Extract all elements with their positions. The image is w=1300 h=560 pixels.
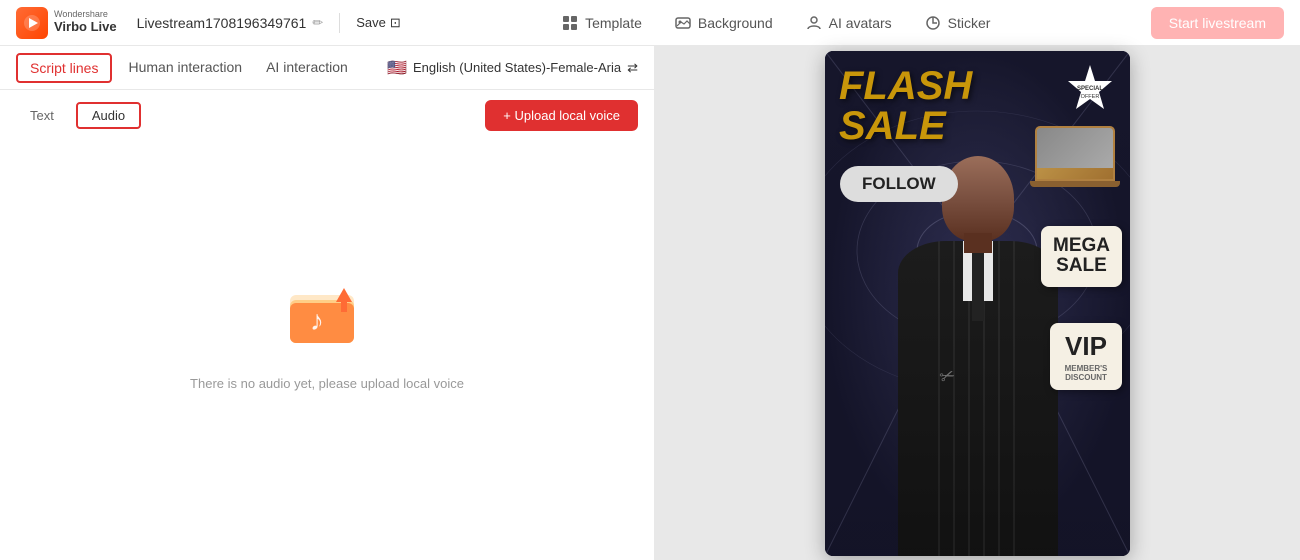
edit-icon[interactable]: ✏ bbox=[312, 15, 323, 31]
person-body bbox=[898, 241, 1058, 556]
flash-text: FLASH bbox=[839, 66, 972, 106]
mega-text: MEGA bbox=[1053, 236, 1110, 257]
sub-tab-text[interactable]: Text bbox=[16, 104, 68, 127]
logo-icon bbox=[16, 7, 48, 39]
vip-text: VIP bbox=[1062, 331, 1110, 362]
preview-background: ✂ FLASH SALE FOLLOW SPECIAL OFFER bbox=[825, 51, 1130, 556]
preview-card: ✂ FLASH SALE FOLLOW SPECIAL OFFER bbox=[825, 51, 1130, 556]
nav-sticker[interactable]: Sticker bbox=[924, 14, 991, 32]
sale-text-2: SALE bbox=[1053, 256, 1110, 277]
svg-text:♪: ♪ bbox=[310, 305, 324, 336]
main-layout: Script lines Human interaction AI intera… bbox=[0, 46, 1300, 560]
svg-text:OFFER: OFFER bbox=[1081, 94, 1100, 100]
divider bbox=[339, 13, 340, 33]
flash-sale-label: FLASH SALE bbox=[839, 66, 972, 146]
topbar: Wondershare Virbo Live Livestream1708196… bbox=[0, 0, 1300, 46]
language-label: English (United States)-Female-Aria bbox=[413, 60, 621, 75]
sticker-label: Sticker bbox=[948, 15, 991, 31]
save-button[interactable]: Save ⊡ bbox=[356, 15, 401, 31]
background-icon bbox=[674, 14, 692, 32]
empty-state: ♪ There is no audio yet, please upload l… bbox=[0, 141, 654, 560]
person-head bbox=[942, 156, 1014, 241]
follow-label: FOLLOW bbox=[862, 174, 936, 193]
upload-local-voice-button[interactable]: + Upload local voice bbox=[485, 100, 638, 131]
background-label: Background bbox=[698, 15, 773, 31]
empty-state-text: There is no audio yet, please upload loc… bbox=[190, 376, 464, 391]
right-panel: ✂ FLASH SALE FOLLOW SPECIAL OFFER bbox=[655, 46, 1300, 560]
tabs-row: Script lines Human interaction AI intera… bbox=[0, 46, 654, 90]
svg-text:SPECIAL: SPECIAL bbox=[1077, 86, 1103, 92]
logo-product: Virbo Live bbox=[54, 20, 117, 34]
vip-box: VIP MEMBER'S DISCOUNT bbox=[1050, 323, 1122, 390]
nav-ai-avatars[interactable]: AI avatars bbox=[805, 14, 892, 32]
topbar-nav: Template Background AI avatars Sticker bbox=[409, 14, 1143, 32]
person-neck bbox=[964, 233, 992, 253]
tab-human-interaction[interactable]: Human interaction bbox=[116, 46, 254, 90]
nav-template[interactable]: Template bbox=[561, 14, 642, 32]
save-icon: ⊡ bbox=[390, 15, 401, 31]
language-swap-icon: ⇄ bbox=[627, 60, 638, 76]
flag-icon: 🇺🇸 bbox=[387, 58, 407, 78]
sub-tabs-row: Text Audio + Upload local voice bbox=[0, 90, 654, 141]
stripe-5 bbox=[998, 241, 1000, 556]
save-label: Save bbox=[356, 15, 386, 30]
sub-tab-audio[interactable]: Audio bbox=[76, 102, 141, 129]
audio-empty-icon: ♪ bbox=[282, 270, 372, 360]
logo: Wondershare Virbo Live bbox=[16, 7, 117, 39]
member-text: MEMBER'S bbox=[1062, 364, 1110, 373]
sale-text: SALE bbox=[839, 106, 972, 146]
stripe-1 bbox=[938, 241, 940, 556]
tie bbox=[972, 241, 984, 321]
ai-avatars-label: AI avatars bbox=[829, 15, 892, 31]
language-selector[interactable]: 🇺🇸 English (United States)-Female-Aria ⇄ bbox=[387, 58, 638, 78]
follow-bubble: FOLLOW bbox=[840, 166, 958, 202]
template-label: Template bbox=[585, 15, 642, 31]
stripe-3 bbox=[968, 241, 970, 556]
discount-text: DISCOUNT bbox=[1062, 373, 1110, 382]
mega-sale-box: MEGA SALE bbox=[1041, 226, 1122, 288]
start-livestream-button[interactable]: Start livestream bbox=[1151, 7, 1284, 39]
nav-background[interactable]: Background bbox=[674, 14, 773, 32]
tab-script-lines[interactable]: Script lines bbox=[16, 53, 112, 83]
special-badge: SPECIAL OFFER bbox=[1064, 63, 1116, 120]
logo-text: Wondershare Virbo Live bbox=[54, 10, 117, 34]
tab-ai-interaction[interactable]: AI interaction bbox=[254, 46, 360, 90]
stripe-2 bbox=[953, 241, 955, 556]
sticker-icon bbox=[924, 14, 942, 32]
left-panel: Script lines Human interaction AI intera… bbox=[0, 46, 655, 560]
ai-avatars-icon bbox=[805, 14, 823, 32]
project-name: Livestream1708196349761 ✏ bbox=[137, 15, 324, 31]
stripe-6 bbox=[1013, 241, 1015, 556]
laptop-graphic bbox=[1035, 126, 1120, 187]
template-icon bbox=[561, 14, 579, 32]
